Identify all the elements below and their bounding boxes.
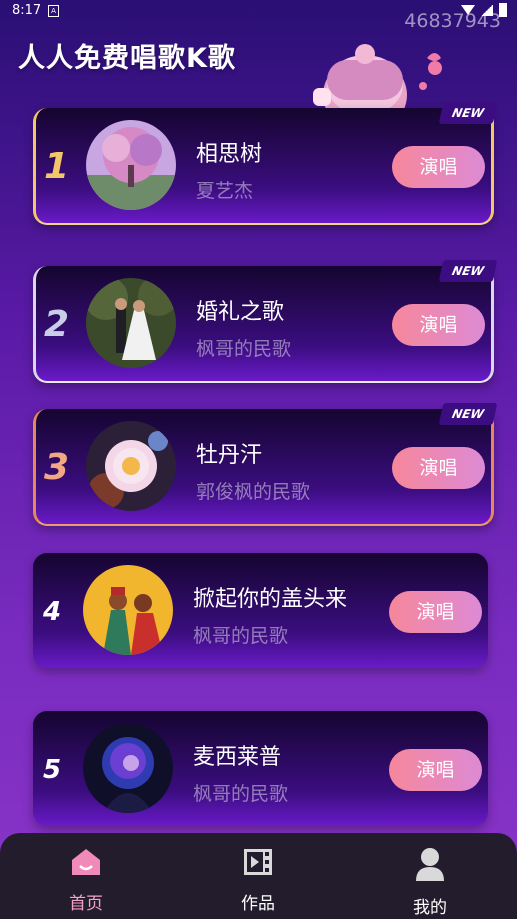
- sing-button[interactable]: 演唱: [392, 304, 485, 346]
- user-icon: [416, 848, 444, 881]
- rank-number: 5: [43, 755, 62, 785]
- new-badge: NEW: [438, 260, 498, 282]
- new-badge: NEW: [438, 403, 498, 425]
- new-badge: NEW: [438, 102, 498, 124]
- nav-works[interactable]: 作品: [208, 847, 308, 914]
- song-cover-image: [83, 723, 173, 813]
- song-card-3[interactable]: NEW 3 牡丹汗 郭俊枫的民歌 演唱: [33, 403, 498, 526]
- nav-label: 我的: [413, 898, 447, 918]
- rank-number: 2: [44, 304, 70, 345]
- song-title: 牡丹汗: [196, 443, 263, 468]
- song-artist: 郭俊枫的民歌: [196, 481, 311, 503]
- notification-icon: A: [48, 5, 59, 17]
- song-title: 掀起你的盖头来: [193, 587, 348, 612]
- sing-button[interactable]: 演唱: [392, 146, 485, 188]
- song-card-4[interactable]: 4 掀起你的盖头来 枫哥的民歌 演唱: [33, 553, 488, 668]
- watermark-id: 46837943: [404, 10, 501, 32]
- song-card-5[interactable]: 5 麦西莱普 枫哥的民歌 演唱: [33, 711, 488, 826]
- song-artist: 枫哥的民歌: [193, 783, 289, 805]
- rank-number: 4: [43, 597, 62, 627]
- song-cover-image: [86, 421, 176, 511]
- sing-button[interactable]: 演唱: [392, 447, 485, 489]
- song-title: 婚礼之歌: [196, 300, 285, 325]
- song-artist: 夏艺杰: [196, 180, 254, 202]
- nav-mine[interactable]: 我的: [380, 847, 480, 918]
- song-cover-image: [83, 565, 173, 655]
- song-card-2[interactable]: NEW 2 婚礼之歌 枫哥的民歌 演唱: [33, 260, 498, 383]
- song-card-1[interactable]: NEW 1 相思树 夏艺杰 演唱: [33, 102, 498, 225]
- sing-button[interactable]: 演唱: [389, 591, 482, 633]
- page-title: 人人免费唱歌K歌: [18, 43, 236, 74]
- nav-label: 首页: [69, 894, 103, 914]
- rank-number: 3: [44, 447, 70, 488]
- status-time: 8:17: [12, 3, 42, 18]
- nav-home[interactable]: 首页: [36, 847, 136, 914]
- song-title: 麦西莱普: [193, 745, 282, 770]
- sing-button[interactable]: 演唱: [389, 749, 482, 791]
- home-icon: [72, 849, 100, 875]
- song-artist: 枫哥的民歌: [196, 338, 292, 360]
- song-artist: 枫哥的民歌: [193, 625, 289, 647]
- rank-number: 1: [44, 146, 70, 187]
- song-cover-image: [86, 120, 176, 210]
- nav-label: 作品: [241, 894, 275, 914]
- song-cover-image: [86, 278, 176, 368]
- bottom-navigation: 首页 作品 我的: [0, 833, 517, 919]
- film-icon: [244, 849, 272, 875]
- song-title: 相思树: [196, 142, 263, 167]
